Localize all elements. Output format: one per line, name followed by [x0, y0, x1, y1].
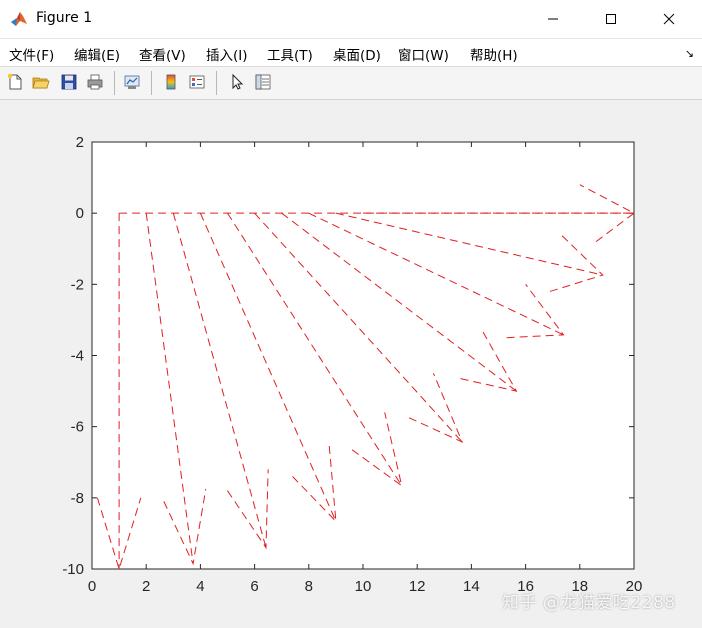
x-tick-label: 8	[305, 578, 313, 595]
toolbar	[0, 67, 702, 100]
x-tick-label: 6	[250, 578, 258, 595]
x-tick-label: 4	[196, 578, 204, 595]
maximize-icon	[606, 14, 616, 24]
edit-plot-button[interactable]	[226, 71, 248, 93]
toolbar-separator	[114, 71, 115, 95]
window-title: Figure 1	[36, 10, 93, 26]
print-button[interactable]	[84, 71, 106, 93]
menu-file[interactable]: 文件(F)	[9, 44, 54, 64]
y-tick-label: -8	[71, 490, 84, 507]
y-tick-label: -4	[71, 348, 84, 365]
minimize-button[interactable]	[530, 0, 576, 38]
property-inspector-button[interactable]	[252, 71, 274, 93]
x-tick-label: 10	[355, 578, 372, 595]
menu-desktop[interactable]: 桌面(D)	[333, 44, 381, 64]
menu-window[interactable]: 窗口(W)	[398, 44, 449, 64]
menu-help[interactable]: 帮助(H)	[470, 44, 518, 64]
save-disk-icon	[61, 74, 77, 90]
menu-view[interactable]: 查看(V)	[139, 44, 186, 64]
watermark-text: 知乎 @龙猫爱吃2288	[502, 593, 676, 613]
menu-insert[interactable]: 插入(I)	[206, 44, 248, 64]
y-tick-label: -6	[71, 419, 84, 436]
plot-area: 0 2 4 6 8 10 12 14 16 18 20-10-8-6-4-202	[62, 134, 642, 595]
new-file-icon	[7, 73, 22, 90]
y-tick-label: 0	[76, 205, 84, 222]
menu-overflow-arrow-icon[interactable]: ↘	[685, 47, 694, 60]
link-plot-icon	[124, 75, 140, 89]
y-tick-label: -2	[71, 276, 84, 293]
open-file-button[interactable]	[30, 71, 52, 93]
menu-tools[interactable]: 工具(T)	[267, 44, 313, 64]
colorbar-icon	[166, 74, 176, 90]
x-tick-label: 14	[463, 578, 480, 595]
matlab-icon	[11, 12, 27, 26]
pointer-arrow-icon	[232, 73, 244, 90]
maximize-button[interactable]	[588, 0, 634, 38]
y-tick-label: -10	[62, 561, 84, 578]
x-tick-label: 2	[142, 578, 150, 595]
menu-bar: 文件(F) 编辑(E) 查看(V) 插入(I) 工具(T) 桌面(D) 窗口(W…	[0, 39, 702, 67]
axes-box	[91, 141, 635, 570]
link-plot-button[interactable]	[121, 71, 143, 93]
close-icon	[663, 13, 675, 25]
minimize-icon	[548, 18, 558, 20]
insert-colorbar-button[interactable]	[160, 71, 182, 93]
new-figure-button[interactable]	[4, 71, 26, 93]
printer-icon	[87, 74, 103, 90]
menu-edit[interactable]: 编辑(E)	[74, 44, 120, 64]
x-tick-label: 0	[88, 578, 96, 595]
close-button[interactable]	[646, 0, 692, 38]
property-editor-icon	[255, 74, 271, 90]
toolbar-separator	[151, 71, 152, 95]
x-tick-label: 12	[409, 578, 426, 595]
title-bar: Figure 1	[0, 0, 702, 39]
insert-legend-button[interactable]	[186, 71, 208, 93]
save-button[interactable]	[58, 71, 80, 93]
toolbar-separator	[216, 71, 217, 95]
y-tick-label: 2	[76, 134, 84, 151]
legend-icon	[189, 75, 205, 89]
folder-open-icon	[32, 77, 50, 89]
